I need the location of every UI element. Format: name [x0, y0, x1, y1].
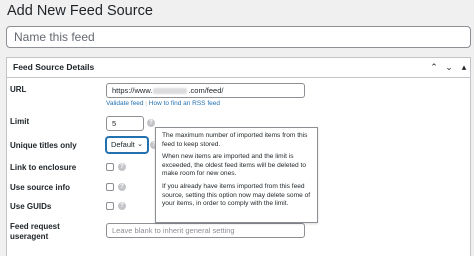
url-input[interactable]: https://www. .com/feed/ — [106, 83, 305, 98]
link-enclosure-help-icon[interactable]: ? — [118, 163, 126, 171]
collapse-toggle-icon[interactable]: ▴ — [457, 60, 471, 74]
move-up-icon[interactable]: ⌃ — [427, 60, 441, 74]
chevron-down-icon: ⌄ — [137, 141, 143, 148]
useragent-placeholder: Leave blank to inherit general setting — [112, 226, 235, 235]
source-info-label: Use source info — [10, 183, 71, 192]
useragent-label-line2: useragent — [10, 232, 49, 241]
unique-titles-select[interactable]: Default ⌄ — [106, 137, 148, 153]
source-info-help-icon[interactable]: ? — [118, 183, 126, 191]
tooltip-paragraph-3: If you already have items imported from … — [162, 182, 311, 208]
url-value-prefix: https://www. — [112, 86, 153, 95]
limit-tooltip: The maximum number of imported items fro… — [155, 127, 318, 223]
find-rss-feed-link[interactable]: How to find an RSS feed — [149, 100, 220, 107]
feed-name-input[interactable] — [6, 26, 471, 48]
unique-titles-selected: Default — [111, 140, 135, 149]
metabox-title: Feed Source Details — [13, 62, 95, 72]
url-redacted — [153, 87, 188, 94]
guids-help-icon[interactable]: ? — [118, 202, 126, 210]
tooltip-paragraph-1: The maximum number of imported items fro… — [162, 132, 308, 148]
limit-value: 5 — [112, 119, 117, 128]
unique-titles-label: Unique titles only — [10, 141, 77, 150]
source-info-checkbox[interactable] — [106, 183, 114, 191]
link-separator: | — [145, 100, 147, 107]
move-down-icon[interactable]: ⌄ — [442, 60, 456, 74]
page-title: Add New Feed Source — [7, 3, 153, 19]
limit-input[interactable]: 5 — [106, 116, 144, 131]
metabox-header: Feed Source Details ⌃ ⌄ ▴ — [7, 58, 470, 78]
limit-help-icon[interactable]: ? — [147, 119, 155, 127]
guids-checkbox[interactable] — [106, 202, 114, 210]
link-enclosure-label: Link to enclosure — [10, 163, 77, 172]
useragent-input[interactable]: Leave blank to inherit general setting — [106, 223, 305, 238]
link-enclosure-checkbox[interactable] — [106, 163, 114, 171]
guids-label: Use GUIDs — [10, 202, 52, 211]
limit-label: Limit — [10, 117, 30, 126]
useragent-label-line1: Feed request — [10, 222, 60, 231]
tooltip-paragraph-2: When new items are imported and the limi… — [162, 153, 307, 178]
url-help-links: Validate feed | How to find an RSS feed — [106, 100, 220, 107]
useragent-label: Feed request useragent — [10, 222, 60, 242]
url-label: URL — [10, 85, 27, 94]
url-value-suffix: .com/feed/ — [188, 86, 224, 95]
validate-feed-link[interactable]: Validate feed — [106, 100, 143, 107]
